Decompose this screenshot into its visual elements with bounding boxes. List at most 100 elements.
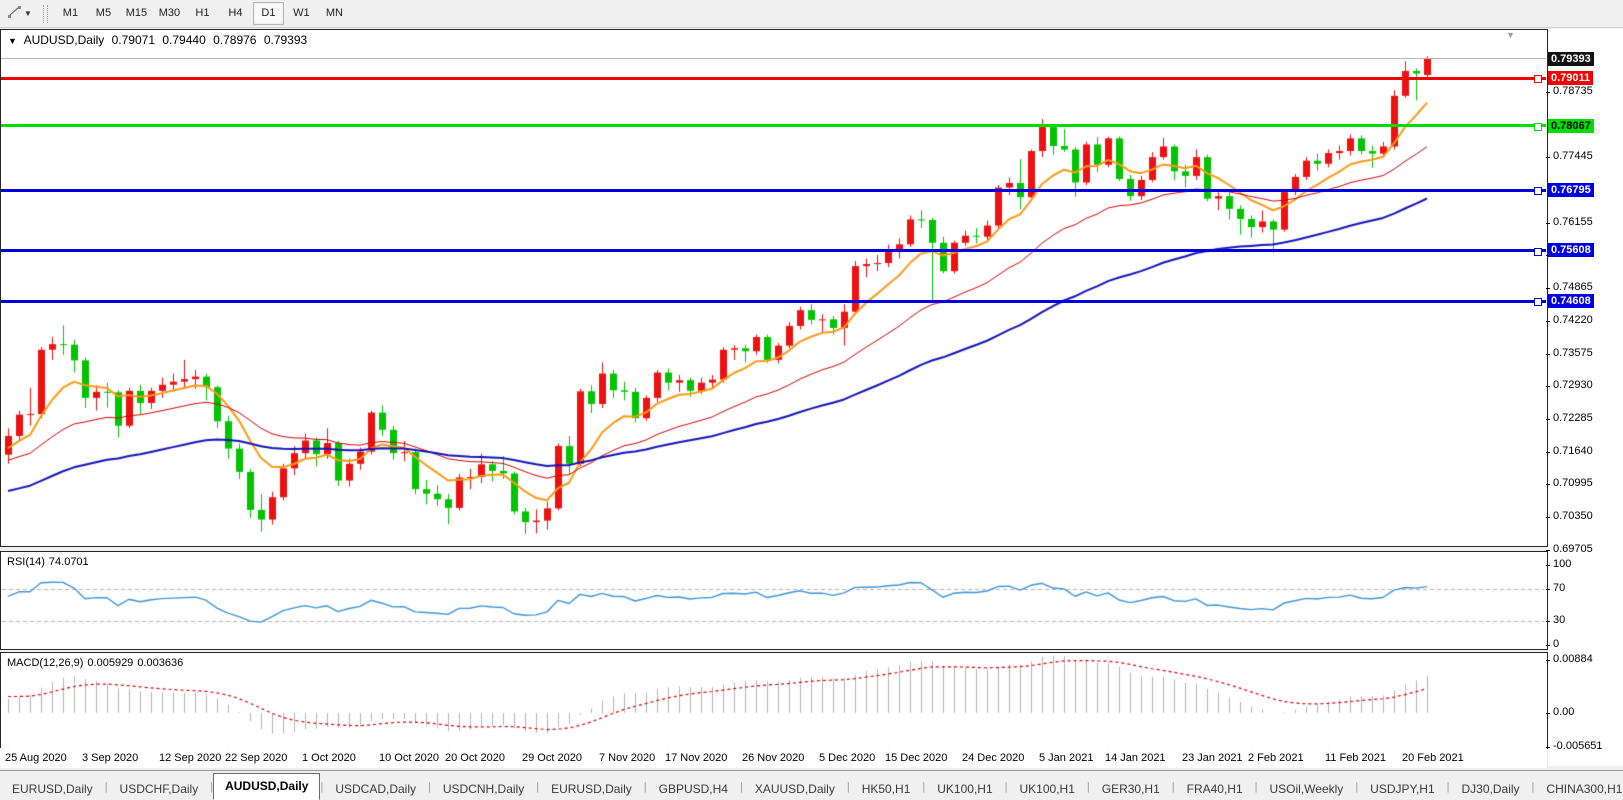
date-label: 5 Jan 2021 bbox=[1039, 752, 1093, 764]
open-value: 0.79071 bbox=[112, 33, 155, 47]
rsi-name: RSI(14) bbox=[7, 556, 45, 568]
price-tick bbox=[1546, 484, 1550, 485]
price-tick bbox=[1546, 419, 1550, 420]
price-tick bbox=[1546, 517, 1550, 518]
tab-audusd-daily[interactable]: AUDUSD,Daily bbox=[213, 773, 320, 800]
date-label: 25 Aug 2020 bbox=[5, 752, 67, 764]
rsi-axis-tick bbox=[1546, 589, 1550, 590]
macd-axis-tick bbox=[1546, 747, 1550, 748]
chart-shift-marker-icon[interactable]: ▼ bbox=[1506, 30, 1515, 40]
symbol-tab-bar: EURUSD,Daily|USDCHF,Daily|AUDUSD,Daily|U… bbox=[0, 770, 1623, 800]
rsi-label: RSI(14) 74.0701 bbox=[7, 556, 93, 568]
support-line-blue-3-handle[interactable] bbox=[1534, 298, 1542, 306]
price-tick-label: 0.74220 bbox=[1553, 314, 1593, 326]
symbol-label: AUDUSD,Daily bbox=[24, 33, 105, 47]
rsi-axis-label: 0 bbox=[1553, 638, 1559, 650]
price-badge: 0.76795 bbox=[1548, 183, 1594, 197]
resistance-line[interactable] bbox=[1, 77, 1546, 80]
date-label: 11 Feb 2021 bbox=[1325, 752, 1386, 764]
date-label: 14 Jan 2021 bbox=[1105, 752, 1166, 764]
price-tick-label: 0.72930 bbox=[1553, 379, 1593, 391]
price-tick-label: 0.71640 bbox=[1553, 445, 1593, 457]
support-line-blue-2[interactable] bbox=[1, 249, 1546, 252]
date-label: 5 Dec 2020 bbox=[819, 752, 875, 764]
macd-signal-value: 0.003636 bbox=[137, 657, 183, 669]
support-line-blue-1[interactable] bbox=[1, 189, 1546, 192]
low-value: 0.78976 bbox=[213, 33, 256, 47]
price-tick bbox=[1546, 92, 1550, 93]
macd-axis-label: 0.00 bbox=[1553, 706, 1574, 718]
date-label: 17 Nov 2020 bbox=[665, 752, 727, 764]
macd-name: MACD(12,26,9) bbox=[7, 657, 83, 669]
price-tick-label: 0.69705 bbox=[1553, 543, 1593, 555]
support-line-blue-2-handle[interactable] bbox=[1534, 248, 1542, 256]
price-tick-label: 0.76155 bbox=[1553, 216, 1593, 228]
date-label: 20 Oct 2020 bbox=[445, 752, 505, 764]
support-line-green-handle[interactable] bbox=[1534, 123, 1542, 131]
price-badge: 0.74608 bbox=[1548, 294, 1594, 308]
date-label: 12 Sep 2020 bbox=[159, 752, 221, 764]
chart-title: ▼ AUDUSD,Daily 0.79071 0.79440 0.78976 0… bbox=[8, 33, 311, 47]
price-axis[interactable]: 0.787350.774450.761550.755100.748650.742… bbox=[1548, 29, 1623, 766]
date-axis[interactable]: 25 Aug 20203 Sep 202012 Sep 202022 Sep 2… bbox=[0, 748, 1547, 768]
date-label: 24 Dec 2020 bbox=[962, 752, 1024, 764]
resistance-line-handle[interactable] bbox=[1534, 75, 1542, 83]
price-tick bbox=[1546, 354, 1550, 355]
tab-eurusd-daily[interactable]: EURUSD,Daily bbox=[539, 777, 644, 800]
price-tick bbox=[1546, 223, 1550, 224]
tab-uk100-h1[interactable]: UK100,H1 bbox=[1008, 777, 1087, 800]
rsi-axis-tick bbox=[1546, 565, 1550, 566]
macd-label: MACD(12,26,9)0.0059290.003636 bbox=[7, 657, 187, 669]
tab-usdcad-daily[interactable]: USDCAD,Daily bbox=[323, 777, 428, 800]
macd-axis-label: -0.005651 bbox=[1553, 740, 1603, 752]
support-line-blue-1-handle[interactable] bbox=[1534, 187, 1542, 195]
price-badge: 0.79393 bbox=[1548, 52, 1594, 66]
high-value: 0.79440 bbox=[162, 33, 205, 47]
date-label: 22 Sep 2020 bbox=[225, 752, 287, 764]
tab-gbpusd-h4[interactable]: GBPUSD,H4 bbox=[647, 777, 740, 800]
support-line-green[interactable] bbox=[1, 124, 1546, 127]
rsi-axis-label: 100 bbox=[1553, 558, 1571, 570]
rsi-value: 74.0701 bbox=[49, 556, 89, 568]
tab-usoil-weekly[interactable]: USOil,Weekly bbox=[1258, 777, 1356, 800]
tab-usdchf-daily[interactable]: USDCHF,Daily bbox=[108, 777, 211, 800]
price-tick bbox=[1546, 386, 1550, 387]
tab-fra40-h1[interactable]: FRA40,H1 bbox=[1175, 777, 1255, 800]
chart-canvas[interactable] bbox=[0, 0, 1623, 799]
price-tick bbox=[1546, 321, 1550, 322]
price-tick-label: 0.72285 bbox=[1553, 412, 1593, 424]
price-tick-label: 0.74865 bbox=[1553, 281, 1593, 293]
price-tick-label: 0.77445 bbox=[1553, 150, 1593, 162]
tab-ger30-h1[interactable]: GER30,H1 bbox=[1090, 777, 1172, 800]
tab-eurusd-daily[interactable]: EURUSD,Daily bbox=[0, 777, 105, 800]
tab-usdjpy-h1[interactable]: USDJPY,H1 bbox=[1358, 777, 1446, 800]
price-tick-label: 0.70995 bbox=[1553, 477, 1593, 489]
tab-dj30-daily[interactable]: DJ30,Daily bbox=[1450, 777, 1532, 800]
price-tick bbox=[1546, 288, 1550, 289]
price-tick-label: 0.70350 bbox=[1553, 510, 1593, 522]
date-label: 29 Oct 2020 bbox=[522, 752, 582, 764]
date-label: 15 Dec 2020 bbox=[885, 752, 947, 764]
rsi-axis-tick bbox=[1546, 621, 1550, 622]
date-label: 26 Nov 2020 bbox=[742, 752, 804, 764]
tab-xauusd-daily[interactable]: XAUUSD,Daily bbox=[743, 777, 847, 800]
rsi-axis-label: 30 bbox=[1553, 614, 1565, 626]
rsi-axis-label: 70 bbox=[1553, 582, 1565, 594]
price-tick bbox=[1546, 550, 1550, 551]
support-line-blue-3[interactable] bbox=[1, 300, 1546, 303]
tab-china300-h1[interactable]: CHINA300,H1 bbox=[1534, 777, 1623, 800]
tab-uk100-h1[interactable]: UK100,H1 bbox=[925, 777, 1004, 800]
date-label: 7 Nov 2020 bbox=[599, 752, 655, 764]
date-label: 1 Oct 2020 bbox=[302, 752, 356, 764]
macd-axis-tick bbox=[1546, 660, 1550, 661]
current-price-line[interactable] bbox=[1, 58, 1546, 59]
macd-axis-tick bbox=[1546, 713, 1550, 714]
collapse-icon[interactable]: ▼ bbox=[8, 36, 17, 46]
price-badge: 0.75608 bbox=[1548, 243, 1594, 257]
rsi-axis-tick bbox=[1546, 645, 1550, 646]
price-tick bbox=[1546, 157, 1550, 158]
tab-usdcnh-daily[interactable]: USDCNH,Daily bbox=[431, 777, 536, 800]
tab-hk50-h1[interactable]: HK50,H1 bbox=[850, 777, 923, 800]
price-badge: 0.78067 bbox=[1548, 119, 1594, 133]
date-label: 23 Jan 2021 bbox=[1182, 752, 1243, 764]
